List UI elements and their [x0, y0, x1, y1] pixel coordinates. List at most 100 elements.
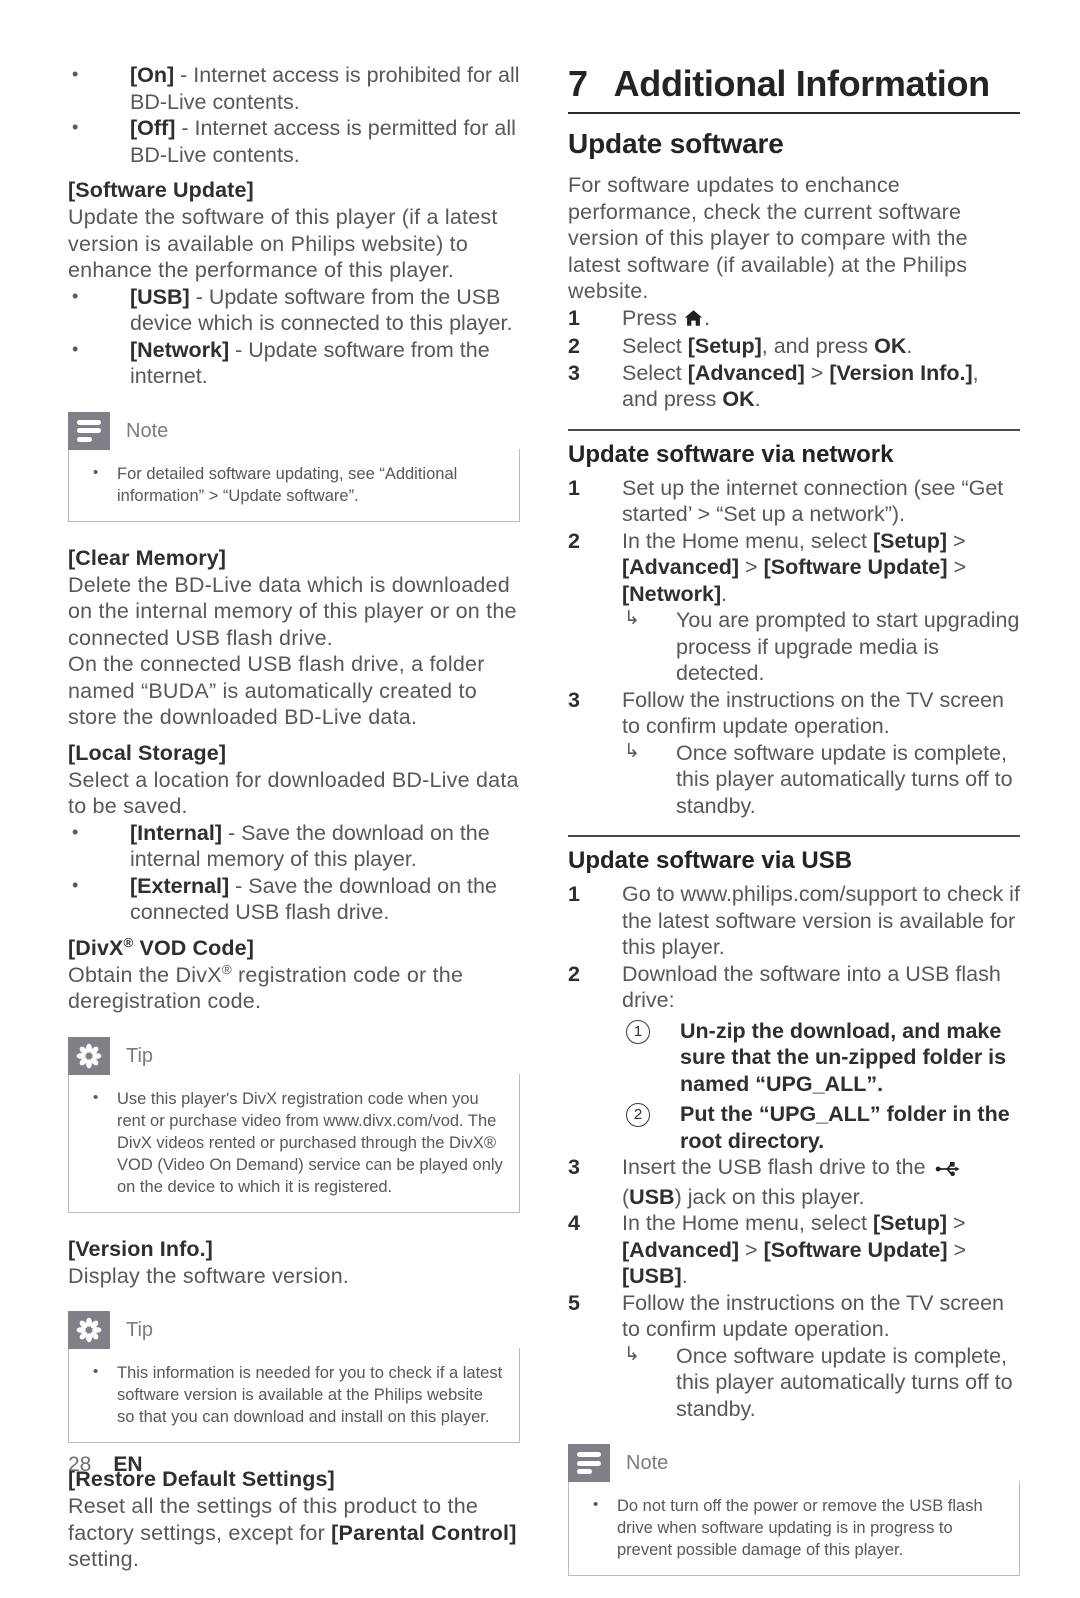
- list-item: [Internal] - Save the download on the in…: [68, 819, 520, 873]
- step-text-post: ) jack on this player.: [674, 1184, 865, 1209]
- step-text-pre: Press: [622, 305, 683, 330]
- callout-body: Use this player's DivX registration code…: [68, 1073, 520, 1213]
- registered-mark: ®: [221, 961, 232, 977]
- step-text-pre: In the Home menu, select: [622, 528, 873, 553]
- menu-token: [Setup]: [872, 528, 948, 553]
- step-item: 2 Download the software into a USB flash…: [568, 961, 1020, 1155]
- step-text-pre: In the Home menu, select: [622, 1211, 873, 1235]
- callout-list: This information is needed for you to ch…: [87, 1361, 503, 1428]
- option-text: - Internet access is permitted for all B…: [130, 116, 516, 167]
- list-item: [USB] - Update software from the USB dev…: [68, 283, 520, 337]
- step-text-post: .: [721, 581, 728, 606]
- software-update-options-list: [USB] - Update software from the USB dev…: [68, 283, 520, 390]
- step-text-post: .: [754, 387, 761, 411]
- step-number: 3: [568, 360, 580, 385]
- usb-token: USB: [629, 1184, 675, 1209]
- step-text-pre: Select: [622, 360, 688, 385]
- local-storage-heading: [Local Storage]: [68, 740, 227, 765]
- via-usb-heading: Update software via USB: [568, 847, 853, 874]
- step-item: 1 Press .: [568, 305, 1020, 334]
- option-key: [USB]: [130, 284, 190, 309]
- page-footer: 28 EN: [68, 1453, 143, 1477]
- step-number: 2: [568, 961, 580, 986]
- parental-control-token: [Parental Control]: [331, 1520, 517, 1545]
- menu-token: [Network]: [622, 581, 722, 606]
- usb-icon: [935, 1157, 961, 1184]
- bd-live-options-list: [On] - Internet access is prohibited for…: [68, 61, 520, 168]
- step-item: 1 Set up the internet connection (see “G…: [568, 475, 1020, 528]
- step-number: 3: [568, 687, 580, 712]
- step-item: 2 Select [Setup], and press OK.: [568, 333, 1020, 360]
- two-column-layout: [On] - Internet access is prohibited for…: [68, 61, 1020, 1598]
- step-number: 4: [568, 1211, 580, 1235]
- step-result: ↳ Once software update is complete, this …: [622, 1343, 1020, 1423]
- note-callout: Note For detailed software updating, see…: [68, 411, 520, 522]
- step-number: 1: [568, 882, 580, 906]
- page-number: 28: [68, 1453, 92, 1476]
- substep-item: 2 Put the “UPG_ALL” folder in the root di…: [622, 1101, 1020, 1154]
- divx-vod-heading-post: VOD Code]: [133, 935, 254, 960]
- right-column: 7 Additional Information Update software…: [568, 62, 1020, 1598]
- step-text-pre: Select: [622, 334, 688, 358]
- callout-title: Note: [626, 1452, 669, 1474]
- substep-item: 1 Un-zip the download, and make sure that…: [622, 1018, 1020, 1098]
- menu-token: [USB]: [622, 1264, 682, 1288]
- note-lines-icon: [68, 411, 110, 450]
- step-text-mid: , and press: [761, 334, 875, 358]
- substep-text: Put the “UPG_ALL” folder in the root dir…: [680, 1102, 1010, 1153]
- result-text: Once software update is complete, this p…: [676, 1343, 1013, 1421]
- result-arrow-icon: ↳: [624, 1343, 640, 1365]
- sep: >: [947, 1237, 967, 1262]
- tip-callout: Tip This information is needed for you t…: [68, 1311, 520, 1443]
- step-item: 3 Insert the USB flash drive to the (USB…: [568, 1154, 1020, 1210]
- menu-token: [Setup]: [687, 334, 762, 358]
- callout-body: For detailed software updating, see “Add…: [68, 448, 520, 522]
- step-number: 1: [568, 475, 580, 500]
- via-usb-steps: 1 Go to www.philips.com/support to check…: [568, 881, 1020, 1422]
- step-result: ↳ Once software update is complete, this …: [622, 740, 1020, 820]
- circled-number-2: 2: [626, 1103, 650, 1127]
- step-text: Download the software into a USB flash d…: [622, 961, 1001, 1013]
- clear-memory-paragraph-1: Delete the BD-Live data which is downloa…: [68, 572, 517, 650]
- list-item: Do not turn off the power or remove the …: [587, 1494, 1003, 1561]
- option-key: [Network]: [130, 337, 230, 362]
- clear-memory-paragraph-2: On the connected USB flash drive, a fold…: [68, 652, 485, 729]
- list-item: Use this player's DivX registration code…: [87, 1087, 503, 1198]
- update-software-intro: For software updates to enchance perform…: [568, 173, 968, 303]
- step-text-post: .: [906, 334, 913, 358]
- sep: >: [739, 1237, 764, 1262]
- list-item: [On] - Internet access is prohibited for…: [68, 61, 520, 115]
- via-network-steps: 1 Set up the internet connection (see “G…: [568, 475, 1020, 820]
- registered-mark: ®: [123, 934, 134, 950]
- step-item: 3 Select [Advanced] > [Version Info.], a…: [568, 360, 1020, 413]
- note-bars: [77, 419, 101, 442]
- callout-header: Note: [568, 1444, 1020, 1482]
- update-software-heading: Update software: [568, 128, 784, 159]
- callout-list: Do not turn off the power or remove the …: [587, 1494, 1003, 1561]
- step-text-sep: >: [804, 360, 830, 385]
- chapter-heading: 7 Additional Information: [568, 62, 1020, 106]
- list-item: [External] - Save the download on the co…: [68, 872, 520, 926]
- local-storage-options-list: [Internal] - Save the download on the in…: [68, 819, 520, 926]
- step-text: Go to www.philips.com/support to check i…: [622, 882, 1020, 959]
- step-item: 4 In the Home menu, select [Setup] > [Ad…: [568, 1210, 1020, 1290]
- manual-page: [On] - Internet access is prohibited for…: [0, 0, 1080, 1576]
- version-info-body: Display the software version.: [68, 1263, 350, 1288]
- callout-title: Tip: [126, 1319, 154, 1341]
- tip-callout: Tip Use this player's DivX registration …: [68, 1036, 520, 1213]
- result-text: You are prompted to start upgrading proc…: [676, 608, 1020, 685]
- chapter-title: Additional Information: [613, 63, 990, 104]
- result-text: Once software update is complete, this p…: [676, 740, 1013, 818]
- substep-text: Un-zip the download, and make sure that …: [680, 1018, 1007, 1096]
- step-item: 3 Follow the instructions on the TV scre…: [568, 687, 1020, 820]
- divx-vod-body: Obtain the DivX® registration code or th…: [68, 962, 520, 1015]
- section-rule: [568, 428, 1020, 431]
- menu-token: [Advanced]: [622, 1237, 740, 1262]
- option-key: [External]: [130, 873, 230, 898]
- home-icon: [684, 307, 703, 334]
- option-key: [Internal]: [130, 820, 222, 845]
- divx-vod-heading: [DivX® VOD Code]: [68, 934, 520, 962]
- step-text: Set up the internet connection (see “Get…: [622, 475, 1004, 527]
- list-item: [Network] - Update software from the int…: [68, 336, 520, 390]
- result-arrow-icon: ↳: [624, 608, 640, 629]
